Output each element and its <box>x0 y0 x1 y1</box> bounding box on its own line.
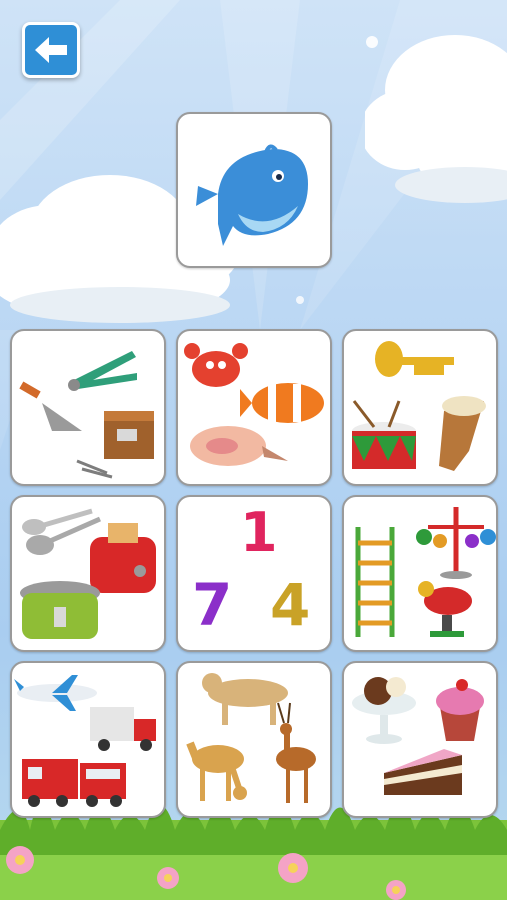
card-instruments[interactable] <box>342 329 498 486</box>
cloud-right <box>365 35 507 203</box>
antelope-icon <box>276 702 316 803</box>
cake-slice-icon <box>384 749 462 795</box>
arrow-left-icon <box>35 37 67 63</box>
card-tools[interactable] <box>10 329 166 486</box>
card-playground[interactable] <box>342 495 498 652</box>
toaster-icon <box>90 523 156 593</box>
card-sea-animals[interactable] <box>176 329 332 486</box>
clownfish-icon <box>240 383 324 423</box>
card-desserts[interactable] <box>342 661 498 818</box>
seashell-icon <box>190 426 288 466</box>
digit-7: 7 <box>192 571 233 639</box>
card-vehicles[interactable] <box>10 661 166 818</box>
cupcake-icon <box>436 679 484 741</box>
target-card <box>176 112 332 268</box>
back-button[interactable] <box>22 22 80 78</box>
flower-icon <box>157 867 179 889</box>
airplane-icon <box>14 675 97 711</box>
train-icon <box>22 759 126 807</box>
ice-cream-sundae-icon <box>352 677 416 744</box>
whale-icon <box>196 144 308 246</box>
flower-icon <box>6 846 34 874</box>
digit-1: 1 <box>240 501 278 564</box>
card-numbers[interactable]: 1 7 4 <box>176 495 332 652</box>
djembe-icon <box>439 396 486 471</box>
toolbox-icon <box>104 411 154 459</box>
card-kitchen[interactable] <box>10 495 166 652</box>
merry-go-round-icon <box>416 507 496 579</box>
trumpet-icon <box>375 341 454 377</box>
card-wild-animals[interactable] <box>176 661 332 818</box>
giraffe-icon <box>186 741 247 801</box>
rice-cooker-icon <box>20 581 100 639</box>
spoons-icon <box>22 508 102 555</box>
drum-icon <box>352 400 416 469</box>
spring-rider-icon <box>418 581 472 637</box>
ladder-icon <box>355 527 395 637</box>
flower-icon <box>386 880 406 900</box>
pliers-icon <box>68 351 137 391</box>
nails-icon <box>76 459 113 479</box>
truck-icon <box>90 707 156 751</box>
lioness-icon <box>202 673 288 725</box>
crab-icon <box>184 343 248 387</box>
digit-4: 4 <box>270 571 311 639</box>
flower-icon <box>278 853 308 883</box>
